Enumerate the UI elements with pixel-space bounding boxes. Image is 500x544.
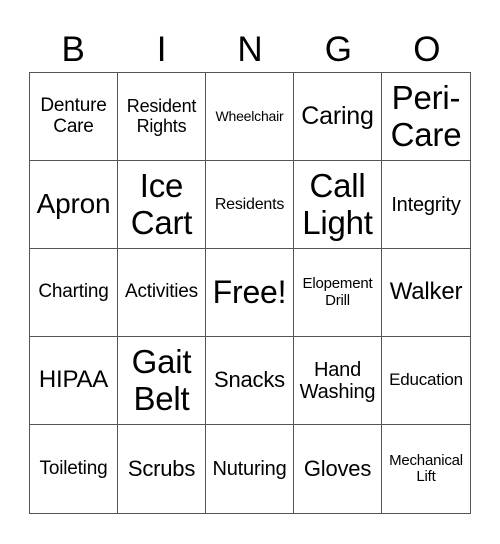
bingo-cell[interactable]: Gait Belt — [118, 337, 206, 425]
bingo-cell[interactable]: Residents — [206, 161, 294, 249]
bingo-cell[interactable]: Gloves — [294, 425, 382, 513]
bingo-cell[interactable]: Elopement Drill — [294, 249, 382, 337]
bingo-cell[interactable]: Mechanical Lift — [382, 425, 470, 513]
bingo-cell[interactable]: Call Light — [294, 161, 382, 249]
bingo-grid: Denture Care Resident Rights Wheelchair Car… — [29, 72, 471, 514]
bingo-cell[interactable]: Free! — [206, 249, 294, 337]
header-letter-o: O — [413, 30, 441, 69]
header-letter-g: G — [324, 30, 353, 69]
bingo-cell[interactable]: Education — [382, 337, 470, 425]
bingo-cell[interactable]: Resident Rights — [118, 73, 206, 161]
bingo-cell[interactable]: Activities — [118, 249, 206, 337]
bingo-cell[interactable]: Toileting — [30, 425, 118, 513]
header-letter-b: B — [61, 30, 85, 69]
header-letter-i: I — [156, 30, 167, 69]
bingo-header: B I N G O — [29, 28, 471, 72]
bingo-cell[interactable]: Ice Cart — [118, 161, 206, 249]
bingo-cell[interactable]: Wheelchair — [206, 73, 294, 161]
bingo-cell[interactable]: Denture Care — [30, 73, 118, 161]
header-letter-n: N — [237, 30, 263, 69]
bingo-cell[interactable]: Walker — [382, 249, 470, 337]
bingo-cell[interactable]: HIPAA — [30, 337, 118, 425]
bingo-cell[interactable]: Snacks — [206, 337, 294, 425]
bingo-cell[interactable]: Hand Washing — [294, 337, 382, 425]
bingo-cell[interactable]: Scrubs — [118, 425, 206, 513]
bingo-cell[interactable]: Nuturing — [206, 425, 294, 513]
bingo-cell[interactable]: Peri- Care — [382, 73, 470, 161]
bingo-cell[interactable]: Caring — [294, 73, 382, 161]
bingo-cell[interactable]: Integrity — [382, 161, 470, 249]
bingo-cell[interactable]: Apron — [30, 161, 118, 249]
bingo-cell[interactable]: Charting — [30, 249, 118, 337]
